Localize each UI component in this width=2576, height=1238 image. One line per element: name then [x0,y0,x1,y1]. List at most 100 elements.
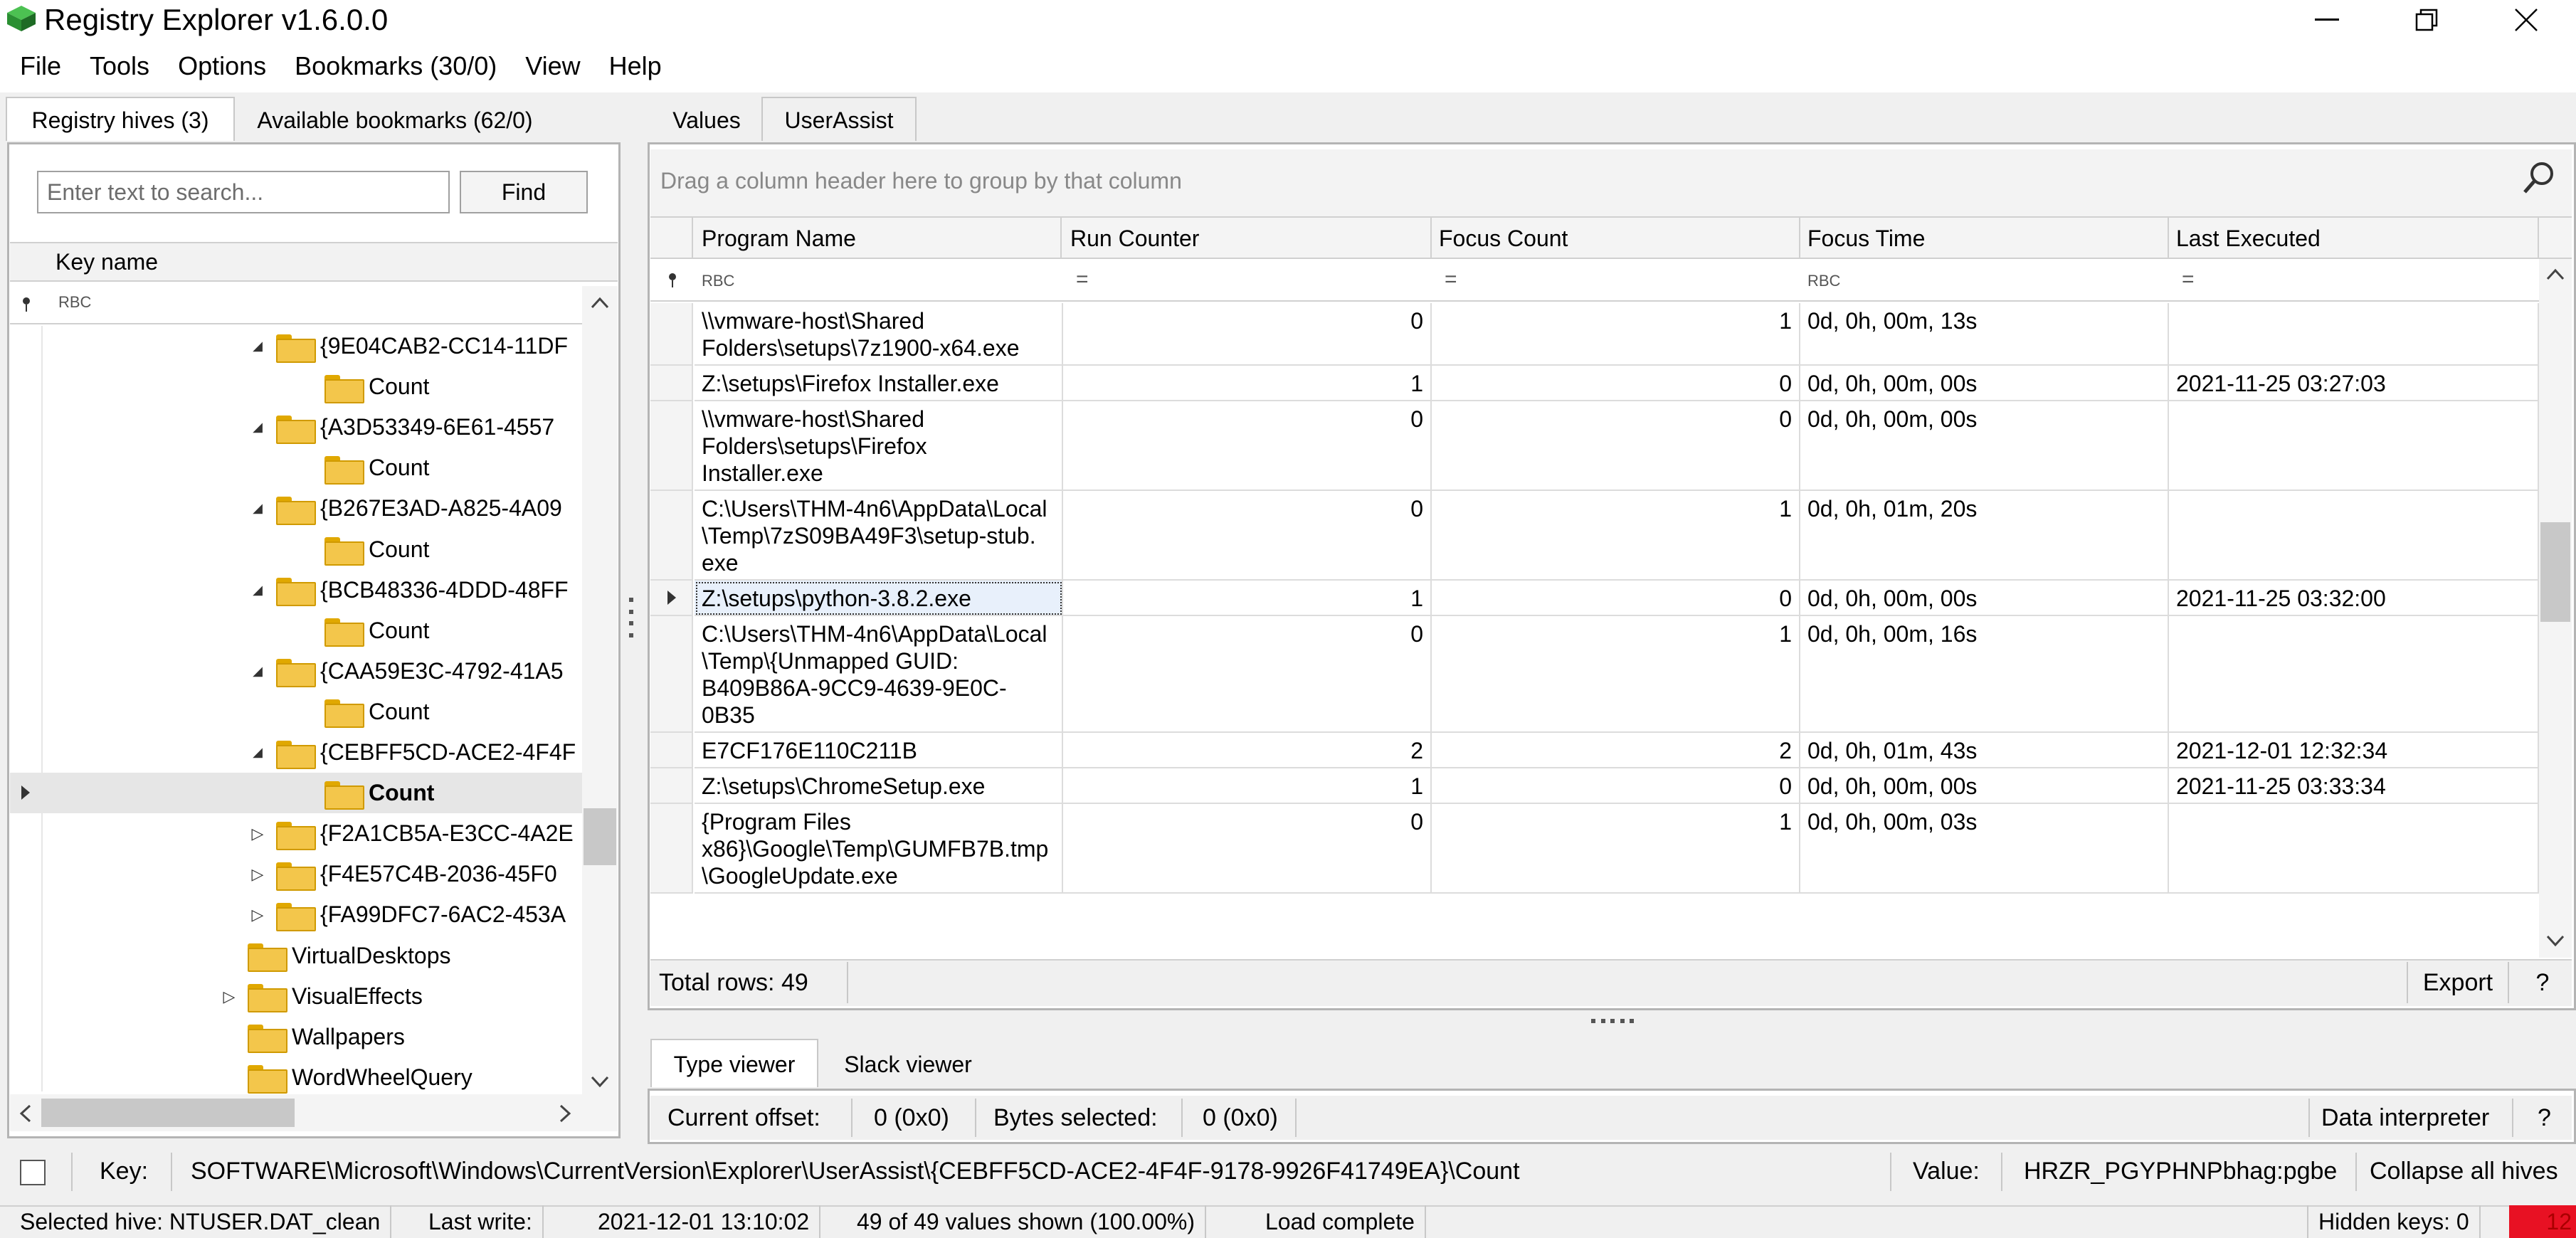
tree-item[interactable]: Count [10,773,582,814]
collapsed-arrow-icon[interactable]: ▷ [221,976,238,1017]
expanded-arrow-icon[interactable]: ◢ [249,651,266,692]
expanded-arrow-icon[interactable]: ◢ [249,326,266,366]
filter-text-time-icon[interactable]: RBC [1807,272,1840,290]
vertical-splitter-handle[interactable] [629,598,635,637]
grid-cell-program[interactable]: E7CF176E110C211B [695,733,1063,768]
row-selector[interactable] [650,491,693,581]
grid-cell-last[interactable] [2169,491,2539,581]
export-button[interactable]: Export [2409,961,2506,1005]
grid-cell-run[interactable]: 1 [1063,768,1432,804]
grid-cell-time[interactable]: 0d, 0h, 00m, 13s [1800,303,2169,366]
tree-item[interactable]: ▷ {F2A1CB5A-E3CC-4A2E [10,813,582,854]
tab-type-viewer[interactable]: Type viewer [650,1039,818,1087]
tree-item[interactable]: ◢ {CAA59E3C-4792-41A5 [10,651,582,692]
tab-userassist[interactable]: UserAssist [761,97,917,141]
expanded-arrow-icon[interactable]: ◢ [249,488,266,529]
row-selector[interactable] [650,616,693,733]
filter-equals-run-icon[interactable]: = [1076,268,1089,292]
grid-cell-last[interactable]: 2021-11-25 03:27:03 [2169,366,2539,401]
row-selector[interactable] [650,401,693,491]
grid-cell-time[interactable]: 0d, 0h, 00m, 03s [1800,804,2169,894]
grid-cell-focus[interactable]: 1 [1432,804,1800,894]
row-selector[interactable] [650,581,693,616]
grid-cell-program[interactable]: Z:\setups\ChromeSetup.exe [695,768,1063,804]
collapsed-arrow-icon[interactable]: ▷ [249,854,266,894]
grid-cell-time[interactable]: 0d, 0h, 01m, 43s [1800,733,2169,768]
grid-cell-run[interactable]: 1 [1063,581,1432,616]
grid-cell-run[interactable]: 2 [1063,733,1432,768]
tree-item[interactable]: ◢ {B267E3AD-A825-4A09 [10,488,582,529]
tree-item[interactable]: Wallpapers [10,1017,582,1057]
row-selector[interactable] [650,366,693,401]
filter-text-program-icon[interactable]: RBC [702,272,734,290]
grid-cell-program[interactable]: \\vmware-host\Shared Folders\setups\7z190… [695,303,1063,366]
key-name-header[interactable]: Key name [10,242,618,282]
grid-cell-program[interactable]: C:\Users\THM-4n6\AppData\Local \Temp\7zS0… [695,491,1063,581]
grid-cell-program[interactable]: {Program Files x86}\Google\Temp\GUMFB7B.t… [695,804,1063,894]
expanded-arrow-icon[interactable]: ◢ [249,732,266,773]
column-focus-time[interactable]: Focus Time [1800,218,2169,259]
tree-item[interactable]: WordWheelQuery [10,1057,582,1098]
close-button[interactable] [2476,0,2576,40]
grid-cell-focus[interactable]: 2 [1432,733,1800,768]
tab-values[interactable]: Values [660,97,753,141]
horizontal-splitter-handle[interactable] [1591,1019,1634,1023]
grid-cell-time[interactable]: 0d, 0h, 00m, 00s [1800,768,2169,804]
tree-horizontal-scrollbar[interactable] [10,1094,618,1131]
tree-item[interactable]: Count [10,610,582,651]
find-button[interactable]: Find [460,171,588,213]
column-run-counter[interactable]: Run Counter [1063,218,1432,259]
column-focus-count[interactable]: Focus Count [1432,218,1800,259]
grid-cell-time[interactable]: 0d, 0h, 00m, 00s [1800,401,2169,491]
grid-cell-focus[interactable]: 1 [1432,491,1800,581]
grid-cell-time[interactable]: 0d, 0h, 01m, 20s [1800,491,2169,581]
tab-registry-hives[interactable]: Registry hives (3) [6,97,235,141]
search-icon[interactable] [2522,159,2557,195]
expanded-arrow-icon[interactable]: ◢ [249,407,266,448]
tree-item[interactable]: VirtualDesktops [10,936,582,976]
menu-help[interactable]: Help [609,51,662,81]
minimize-button[interactable] [2277,0,2377,40]
grid-scroll-thumb[interactable] [2540,522,2570,622]
grid-cell-time[interactable]: 0d, 0h, 00m, 00s [1800,366,2169,401]
tree-item[interactable]: ▷ VisualEffects [10,976,582,1017]
tree-item[interactable]: ▷ {F4E57C4B-2036-45F0 [10,854,582,894]
filter-equals-focus-icon[interactable]: = [1445,268,1457,292]
menu-view[interactable]: View [525,51,580,81]
grid-cell-program[interactable]: \\vmware-host\Shared Folders\setups\Firef… [695,401,1063,491]
restore-button[interactable] [2377,0,2476,40]
column-program-name[interactable]: Program Name [695,218,1062,259]
grid-cell-last[interactable]: 2021-11-25 03:33:34 [2169,768,2539,804]
grid-cell-focus[interactable]: 0 [1432,581,1800,616]
tree-vertical-scrollbar[interactable] [582,286,618,1094]
grid-cell-last[interactable] [2169,303,2539,366]
grid-cell-program[interactable]: C:\Users\THM-4n6\AppData\Local \Temp\{Unm… [695,616,1063,733]
grid-cell-focus[interactable]: 1 [1432,616,1800,733]
menu-tools[interactable]: Tools [90,51,149,81]
tree-item[interactable]: ◢ {A3D53349-6E61-4557 [10,407,582,448]
row-selector[interactable] [650,733,693,768]
collapse-all-hives-button[interactable]: Collapse all hives [2370,1148,2558,1194]
tree-item[interactable]: ◢ {BCB48336-4DDD-48FF [10,570,582,610]
grid-cell-last[interactable]: 2021-11-25 03:32:00 [2169,581,2539,616]
grid-cell-run[interactable]: 0 [1063,401,1432,491]
menu-options[interactable]: Options [178,51,266,81]
key-name-filter-row[interactable]: RBC [10,283,618,324]
grid-cell-run[interactable]: 0 [1063,303,1432,366]
grid-cell-run[interactable]: 1 [1063,366,1432,401]
tree-scroll-thumb[interactable] [584,808,616,865]
search-input[interactable]: Enter text to search... [37,171,450,213]
row-selector[interactable] [650,303,693,366]
collapsed-arrow-icon[interactable]: ▷ [249,813,266,854]
filter-equals-last-icon[interactable]: = [2182,268,2195,292]
tree-item[interactable]: ◢ {CEBFF5CD-ACE2-4F4F [10,732,582,773]
tree-item[interactable]: Count [10,529,582,570]
viewer-help-button[interactable]: ? [2538,1096,2551,1140]
data-interpreter-button[interactable]: Data interpreter [2321,1096,2489,1140]
grid-cell-time[interactable]: 0d, 0h, 00m, 16s [1800,616,2169,733]
tab-slack-viewer[interactable]: Slack viewer [823,1039,993,1087]
expanded-arrow-icon[interactable]: ◢ [249,570,266,610]
grid-cell-focus[interactable]: 0 [1432,366,1800,401]
tab-available-bookmarks[interactable]: Available bookmarks (62/0) [238,97,552,141]
grid-cell-run[interactable]: 0 [1063,616,1432,733]
